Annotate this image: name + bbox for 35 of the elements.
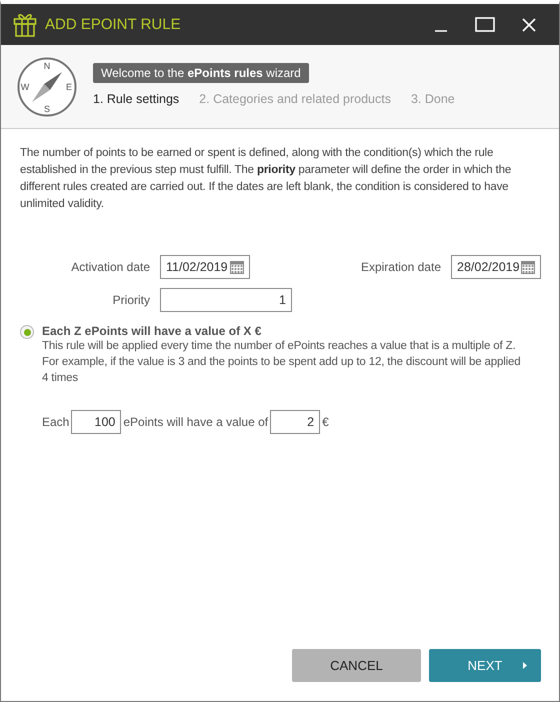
cancel-button[interactable]: CANCEL xyxy=(292,649,421,682)
window-title: ADD EPOINT RULE xyxy=(45,16,182,33)
compass-letter: S xyxy=(44,104,50,114)
date-field[interactable]: 11/02/2019 xyxy=(160,255,250,279)
field-label: Activation date xyxy=(70,260,151,274)
sentence-text: ePoints will have a value of xyxy=(123,415,268,429)
wizard-welcome: Welcome to the ePoints rules wizard xyxy=(93,63,309,83)
priority-field[interactable]: 1 xyxy=(160,288,292,312)
sentence-text: Each xyxy=(42,415,70,429)
field-label: Expiration date xyxy=(360,260,442,274)
compass-letter: W xyxy=(20,82,30,92)
compass-dial xyxy=(18,57,76,116)
calendar-icon[interactable] xyxy=(521,260,535,274)
wizard-step: 1. Rule settings xyxy=(93,92,180,106)
maximize-icon xyxy=(475,16,495,32)
amount-field[interactable]: 2 xyxy=(270,410,320,434)
compass-needle-icon xyxy=(32,72,62,102)
close-icon xyxy=(522,18,536,32)
option-description: This rule will be applied every time the number of ePoints reaches a value that is a multiple of Z. For example, if the value is 3 and the points to be spent add up to 12, the discount will be applied 4 times xyxy=(42,339,522,386)
currency-text: € xyxy=(322,415,329,429)
field-label: Priority xyxy=(112,293,151,307)
minimize-icon xyxy=(434,30,448,32)
option-label: Each Z ePoints will have a value of X € xyxy=(42,324,262,338)
compass-letter: E xyxy=(66,82,72,92)
points-field[interactable]: 100 xyxy=(71,410,122,434)
date-field[interactable]: 28/02/2019 xyxy=(451,255,541,279)
wizard-step: 3. Done xyxy=(410,92,455,106)
wizard-step: 2. Categories and related products xyxy=(199,92,391,106)
caret-icon xyxy=(523,662,527,669)
radio-button[interactable] xyxy=(20,325,34,339)
description-text: The number of points to be earned or spent is defined, along with the condition(s) which the rule established in the previous step must fulfill. The priority parameter will define the order in which the different rules created are carried out. If the dates are left blank, the condition is considered to have unlimited validity. xyxy=(20,146,512,212)
next-button[interactable]: NEXT xyxy=(429,649,541,682)
calendar-icon[interactable] xyxy=(230,260,244,274)
compass-letter: N xyxy=(44,60,50,70)
gift-icon xyxy=(13,12,37,37)
